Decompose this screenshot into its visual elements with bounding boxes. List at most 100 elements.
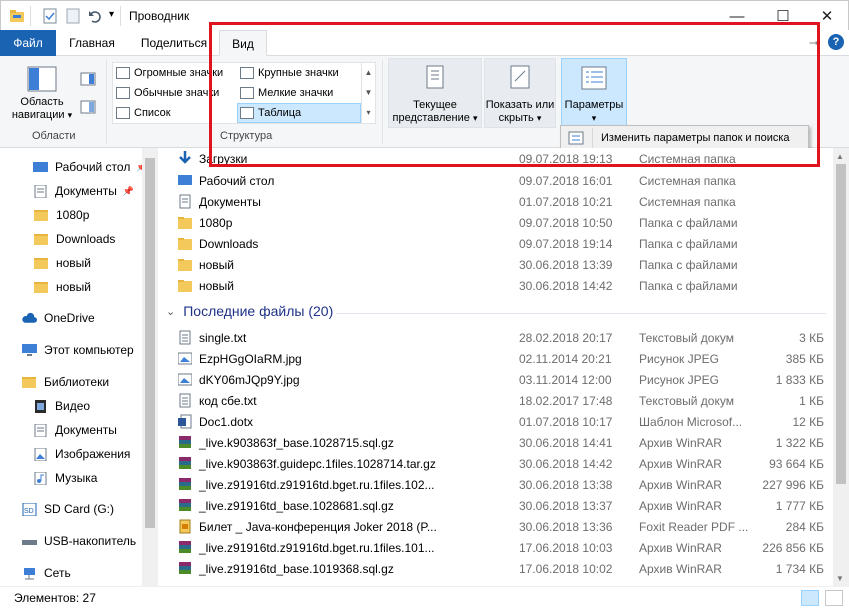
winrar-archive-icon (179, 478, 191, 490)
list-item[interactable]: Рабочий стол 09.07.2018 16:01 Системная па… (158, 170, 833, 191)
winrar-archive-icon (179, 457, 191, 469)
nav-item-onedrive[interactable]: OneDrive (0, 306, 150, 330)
file-list: Загрузки 09.07.2018 19:13 Системная папка … (158, 148, 833, 586)
scroll-thumb[interactable] (836, 164, 846, 484)
file-date: 30.06.2018 13:38 (519, 477, 613, 492)
nav-scrollbar[interactable] (142, 148, 158, 586)
nav-item-libraries[interactable]: Библиотеки (0, 370, 150, 394)
change-folder-options-item[interactable]: Изменить параметры папок и поиска (601, 132, 790, 144)
tab-home[interactable]: Главная (60, 30, 124, 56)
nav-item-desktop[interactable]: Рабочий стол📌 (0, 155, 150, 179)
file-size: 284 КБ (785, 519, 824, 534)
list-item[interactable]: новый 30.06.2018 14:42 Папка с файлами (158, 275, 833, 296)
list-item[interactable]: Doc1.dotx 01.07.2018 10:17 Шаблон Microsof… (158, 411, 833, 432)
file-name: _live.z91916td_base.1019368.sql.gz (199, 561, 394, 576)
navigation-pane-icon (27, 66, 57, 92)
list-item[interactable]: Downloads 09.07.2018 19:14 Папка с файлами (158, 233, 833, 254)
tab-share[interactable]: Поделиться (134, 30, 214, 56)
layout-details[interactable]: Таблица (237, 103, 361, 123)
file-type: Архив WinRAR (639, 540, 722, 555)
list-item[interactable]: новый 30.06.2018 13:39 Папка с файлами (158, 254, 833, 275)
pin-icon[interactable]: 📌 (123, 186, 134, 197)
list-item[interactable]: _live.k903863f_base.1028715.sql.gz 30.06.… (158, 432, 833, 453)
details-pane-icon[interactable] (80, 100, 96, 114)
desktop-icon (33, 161, 48, 172)
nav-item-documents[interactable]: Документы 📌 (0, 179, 150, 203)
list-item[interactable]: Загрузки 09.07.2018 19:13 Системная папка (158, 148, 833, 169)
svg-text:SD: SD (24, 508, 34, 515)
current-view-button[interactable]: Текущее представление ▾ (388, 58, 482, 128)
text-file-icon (179, 330, 191, 345)
show-hide-button[interactable]: Показать или скрыть ▾ (484, 58, 556, 128)
nav-item-downloads-folder[interactable]: Downloads (0, 227, 150, 251)
pin-ribbon-icon[interactable]: ⭢ (809, 35, 819, 50)
layout-small-icons[interactable]: Мелкие значки (240, 84, 333, 102)
layout-large-icons[interactable]: Крупные значки (240, 64, 339, 82)
nav-item-1080p[interactable]: 1080p (0, 203, 150, 227)
file-list-scrollbar[interactable]: ▲ ▼ (833, 148, 849, 586)
nav-item-network[interactable]: Сеть (0, 561, 150, 585)
show-hide-label: Показать или скрыть (485, 99, 555, 124)
scroll-down-icon[interactable]: ▼ (836, 574, 844, 583)
file-size: 1 КБ (799, 393, 824, 408)
file-name: _live.k903863f_base.1028715.sql.gz (199, 435, 394, 450)
properties-icon[interactable] (42, 8, 58, 24)
navigation-pane-button[interactable]: Область навигации ▾ (8, 62, 76, 128)
maximize-button[interactable]: ☐ (760, 1, 806, 31)
details-view-icon[interactable] (801, 590, 819, 606)
recent-files-header[interactable]: ⌄ Последние файлы (20) (166, 303, 333, 319)
tab-view[interactable]: Вид (219, 30, 267, 56)
nav-item-new-2[interactable]: новый (0, 275, 150, 299)
list-item[interactable]: _live.z91916td.z91916td.bget.ru.1files.1… (158, 537, 833, 558)
file-type: Архив WinRAR (639, 498, 722, 513)
nav-item-this-pc[interactable]: Этот компьютер (0, 338, 150, 362)
large-icons-view-icon[interactable] (825, 590, 843, 606)
list-item[interactable]: dKY06mJQp9Y.jpg 03.11.2014 12:00 Рисунок J… (158, 369, 833, 390)
nav-item-pictures[interactable]: Изображения (0, 442, 150, 466)
scroll-up-icon[interactable]: ▲ (836, 152, 844, 161)
file-type: Рисунок JPEG (639, 372, 719, 387)
nav-item-sd-card[interactable]: SD SD Card (G:) (0, 497, 150, 521)
file-date: 03.11.2014 12:00 (519, 372, 612, 387)
help-icon[interactable]: ? (828, 34, 844, 50)
layout-gallery-scroll[interactable]: ▲ ▼ ▾ (361, 63, 375, 123)
list-item[interactable]: Билет _ Java-конференция Joker 2018 (P..… (158, 516, 833, 537)
folder-icon (178, 217, 192, 229)
list-item[interactable]: код сбе.txt 18.02.2017 17:48 Текстовый док… (158, 390, 833, 411)
nav-item-lib-documents[interactable]: Документы (0, 418, 150, 442)
layout-medium-icons[interactable]: Обычные значки (116, 84, 219, 102)
preview-pane-icon[interactable] (80, 72, 96, 86)
file-name: _live.z91916td.z91916td.bget.ru.1files.1… (199, 540, 435, 555)
close-button[interactable]: ✕ (804, 1, 849, 31)
list-item[interactable]: EzpHGgOIaRM.jpg 02.11.2014 20:21 Рисунок J… (158, 348, 833, 369)
list-item[interactable]: 1080p 09.07.2018 10:50 Папка с файлами (158, 212, 833, 233)
undo-icon[interactable] (87, 8, 103, 24)
layout-list[interactable]: Список (116, 104, 171, 122)
file-name: Doc1.dotx (199, 414, 254, 429)
customize-quick-access-icon[interactable]: ▾ (109, 9, 114, 20)
list-item[interactable]: Документы 01.07.2018 10:21 Системная папка (158, 191, 833, 212)
nav-item-videos[interactable]: Видео (0, 394, 150, 418)
list-item[interactable]: _live.k903863f.guidepc.1files.1028714.ta… (158, 453, 833, 474)
nav-item-music[interactable]: Музыка (0, 466, 150, 490)
nav-item-usb[interactable]: USB-накопитель (0, 529, 150, 553)
options-label: Параметры (564, 99, 624, 111)
list-item[interactable]: _live.z91916td.z91916td.bget.ru.1files.1… (158, 474, 833, 495)
file-name: single.txt (199, 330, 247, 345)
tab-file[interactable]: Файл (0, 30, 56, 56)
jpeg-file-icon (178, 352, 192, 365)
new-folder-quick-icon[interactable] (65, 8, 81, 24)
minimize-button[interactable]: — (714, 1, 760, 31)
list-item[interactable]: single.txt 28.02.2018 20:17 Текстовый доку… (158, 327, 833, 348)
list-item[interactable]: _live.z91916td_base.1019368.sql.gz 17.06.… (158, 558, 833, 579)
folder-icon (34, 233, 48, 245)
file-name: Билет _ Java-конференция Joker 2018 (P..… (199, 519, 437, 534)
file-date: 28.02.2018 20:17 (519, 330, 613, 345)
layout-extra-large-icons[interactable]: Огромные значки (116, 64, 223, 82)
options-button[interactable]: Параметры ▾ (561, 58, 627, 128)
file-type: Foxit Reader PDF ... (639, 519, 749, 534)
folder-icon (178, 259, 192, 271)
nav-item-new-1[interactable]: новый (0, 251, 150, 275)
file-date: 17.06.2018 10:03 (519, 540, 613, 555)
list-item[interactable]: _live.z91916td_base.1028681.sql.gz 30.06.… (158, 495, 833, 516)
